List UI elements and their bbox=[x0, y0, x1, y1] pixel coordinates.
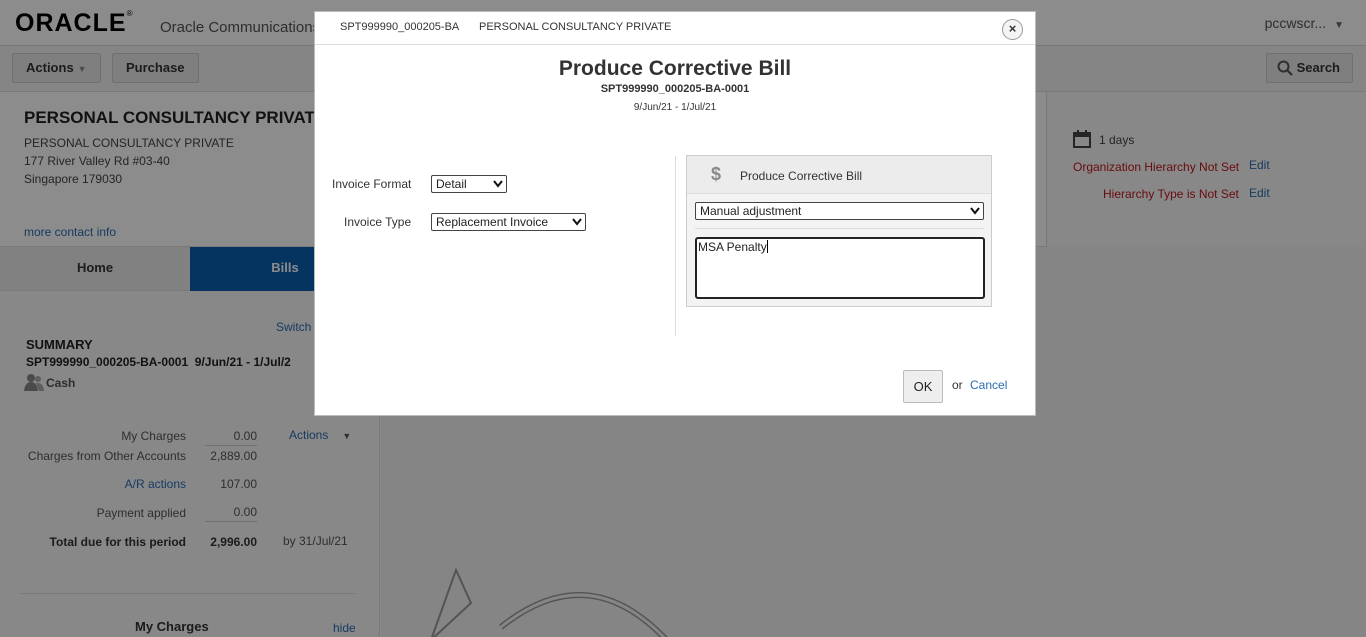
close-icon[interactable]: × bbox=[1002, 19, 1023, 40]
corrective-bill-panel: $ Produce Corrective Bill Manual adjustm… bbox=[686, 155, 992, 307]
cancel-link[interactable]: Cancel bbox=[970, 378, 1007, 392]
corrective-bill-panel-title: Produce Corrective Bill bbox=[740, 169, 863, 183]
dialog-divider bbox=[675, 156, 676, 336]
invoice-format-select[interactable]: Detail bbox=[431, 175, 507, 193]
dialog-account-id: SPT999990_000205-BA bbox=[340, 21, 460, 33]
dialog-header: SPT999990_000205-BA PERSONAL CONSULTANCY… bbox=[315, 12, 1035, 45]
invoice-type-label: Invoice Type bbox=[344, 215, 412, 229]
dialog-account-name: PERSONAL CONSULTANCY PRIVATE bbox=[479, 21, 672, 33]
divider bbox=[695, 228, 984, 229]
text-cursor bbox=[766, 240, 768, 253]
comment-textarea[interactable]: MSA Penalty bbox=[695, 237, 985, 299]
invoice-format-label: Invoice Format bbox=[332, 177, 412, 191]
chevron-down-icon bbox=[493, 180, 503, 188]
dialog-title: Produce Corrective Bill bbox=[558, 57, 792, 80]
chevron-down-icon bbox=[572, 218, 582, 226]
ok-button[interactable]: OK bbox=[903, 370, 943, 403]
dollar-icon: $ bbox=[711, 164, 722, 184]
dialog-bill-id: SPT999990_000205-BA-0001 bbox=[600, 83, 750, 95]
produce-corrective-bill-dialog: SPT999990_000205-BA PERSONAL CONSULTANCY… bbox=[314, 11, 1036, 416]
or-label: or bbox=[952, 378, 963, 392]
corrective-bill-panel-header: $ Produce Corrective Bill bbox=[687, 156, 991, 194]
chevron-down-icon bbox=[970, 207, 980, 215]
dialog-period: 9/Jun/21 - 1/Jul/21 bbox=[633, 102, 717, 113]
invoice-type-select[interactable]: Replacement Invoice bbox=[431, 213, 586, 231]
adjustment-reason-select[interactable]: Manual adjustment bbox=[695, 202, 984, 220]
